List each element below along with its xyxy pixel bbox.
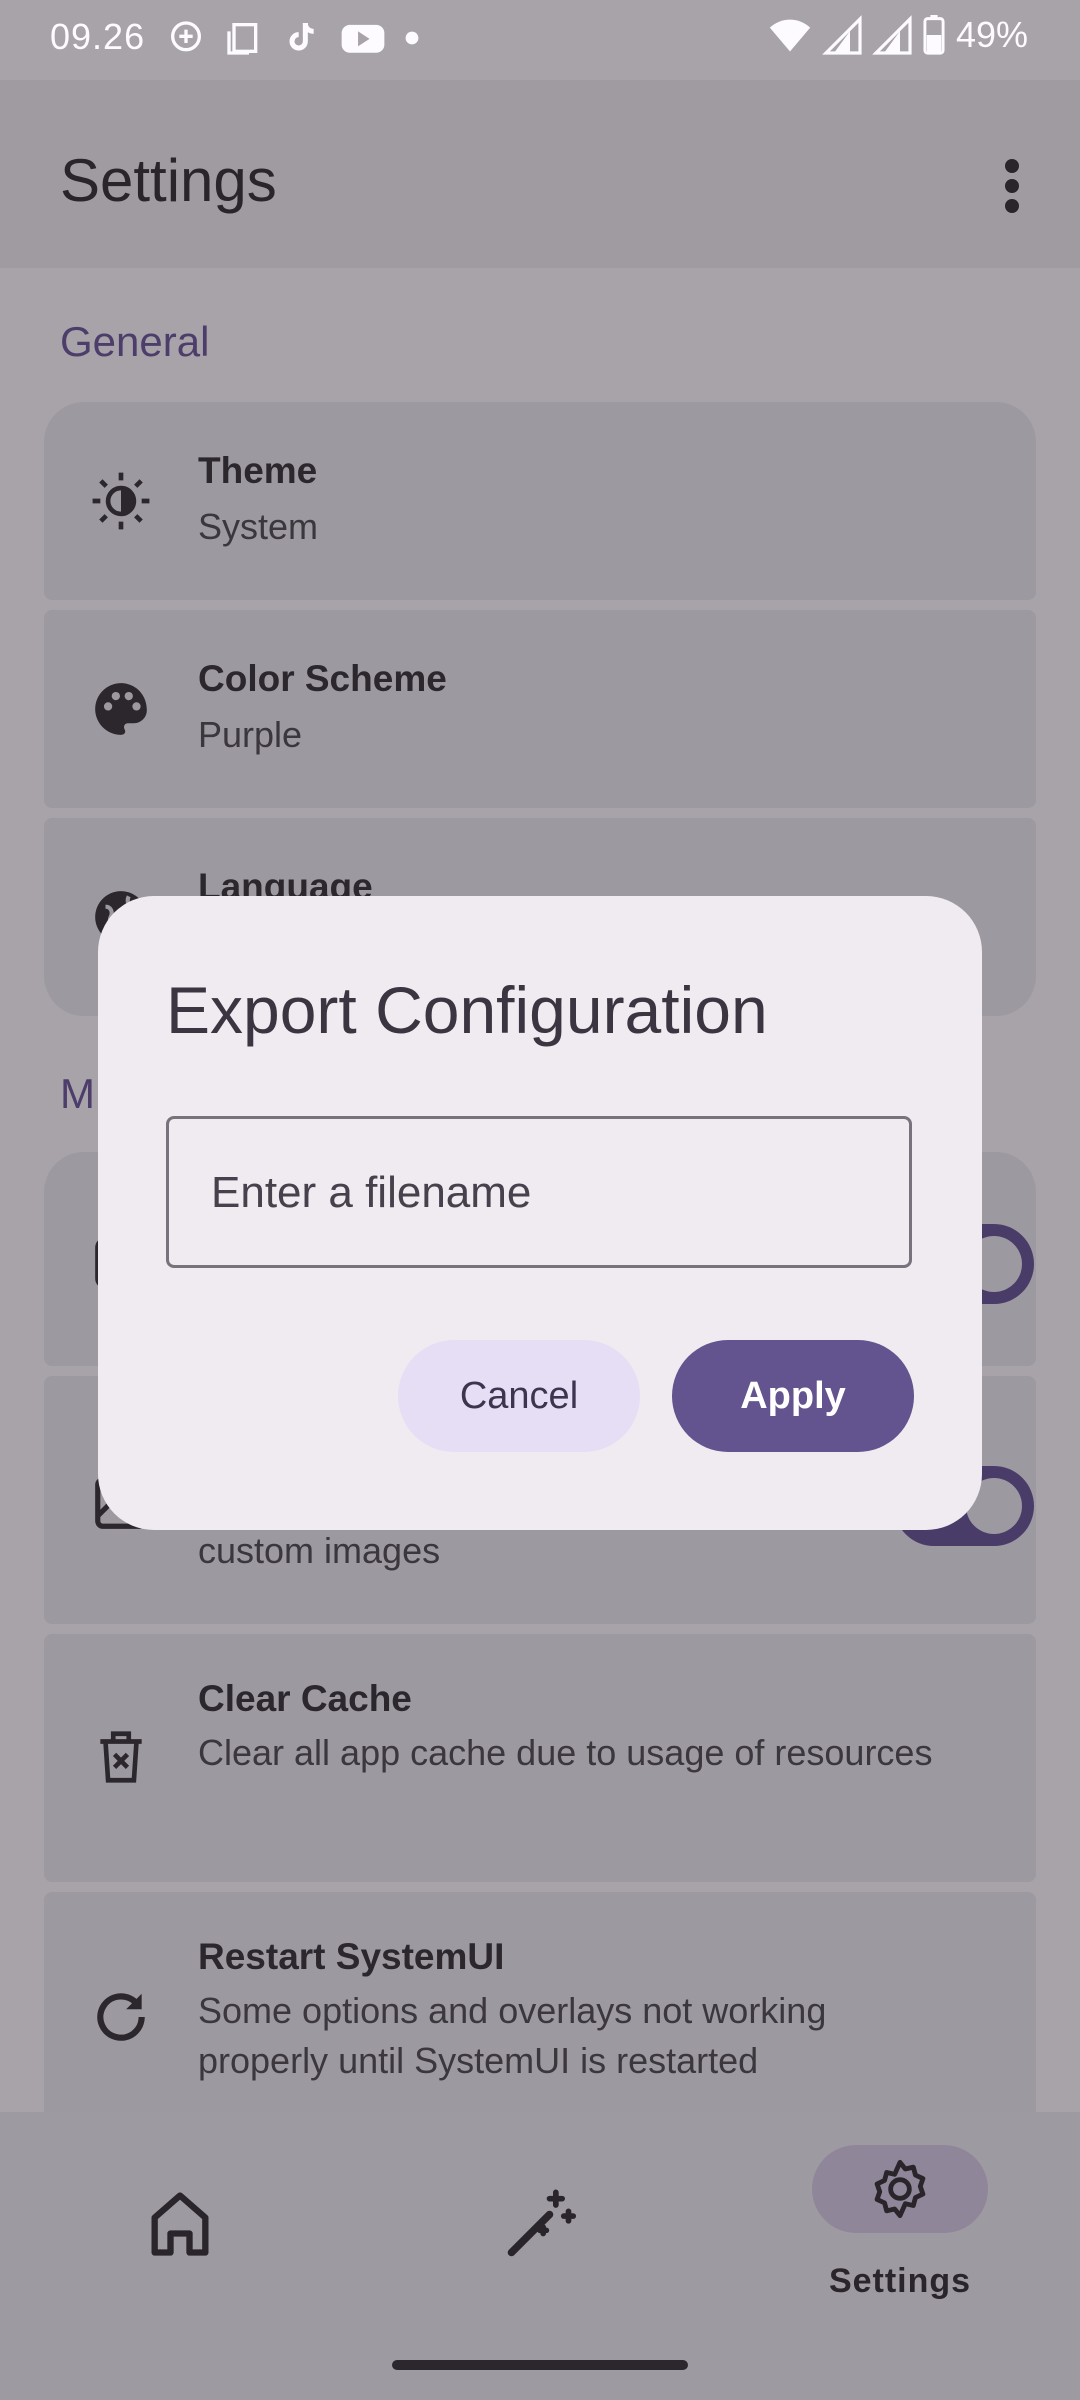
signal-icon: [822, 15, 862, 55]
signal-icon: [872, 15, 912, 55]
cancel-button[interactable]: Cancel: [398, 1340, 640, 1452]
setting-item-color-scheme[interactable]: Color Scheme Purple: [44, 610, 1036, 808]
setting-item-restart-systemui[interactable]: Restart SystemUI Some options and overla…: [44, 1892, 1036, 2132]
status-time: 09.26: [50, 16, 146, 57]
setting-title: Clear Cache: [198, 1678, 412, 1719]
setting-title: Theme: [198, 450, 318, 491]
status-bar: 09.26 49%: [0, 0, 1080, 80]
section-header-misc: M: [60, 1070, 95, 1117]
setting-item-theme[interactable]: Theme System: [44, 402, 1036, 600]
screenshot-icon: [227, 23, 258, 55]
magic-wand-icon: [507, 2189, 577, 2257]
filename-input[interactable]: [209, 1119, 873, 1267]
wifi-icon: [769, 19, 811, 52]
setting-item-clear-cache[interactable]: Clear Cache Clear all app cache due to u…: [44, 1634, 1036, 1882]
gesture-bar[interactable]: [392, 2360, 688, 2370]
system-icons: 49%: [768, 14, 1028, 56]
notification-icons: [166, 18, 420, 58]
nav-item-settings-indicator[interactable]: [812, 2145, 988, 2233]
export-config-dialog: Export Configuration Cancel Apply: [98, 896, 982, 1530]
setting-subtitle: Purple: [198, 714, 303, 755]
more-vert-icon[interactable]: [992, 156, 1032, 216]
apply-button[interactable]: Apply: [672, 1340, 914, 1452]
filename-field[interactable]: [166, 1116, 912, 1268]
setting-subtitle: custom images: [198, 1530, 441, 1571]
nav-label-settings[interactable]: Settings: [780, 2262, 1020, 2301]
trash-icon: [100, 1731, 142, 1783]
home-icon: [151, 2192, 209, 2256]
nav-item-tweaks[interactable]: [390, 2112, 690, 2332]
section-header-general: General: [60, 318, 210, 365]
battery-icon: [923, 15, 945, 55]
tiktok-icon: [289, 22, 314, 51]
page-title: Settings: [60, 147, 277, 214]
dot-icon: [405, 31, 419, 45]
palette-icon: [95, 683, 147, 735]
youtube-icon: [341, 24, 385, 53]
settings-icon: [874, 2159, 926, 2219]
brightness-icon: [92, 472, 150, 530]
setting-subtitle: Clear all app cache due to usage of reso…: [198, 1732, 933, 1773]
setting-subtitle: System: [198, 506, 319, 547]
battery-percent: 49%: [955, 14, 1028, 55]
restart-icon: [97, 1993, 145, 2041]
setting-subtitle: Some options and overlays not working pr…: [198, 1990, 827, 2081]
nav-item-home[interactable]: [30, 2112, 330, 2332]
dialog-title: Export Configuration: [166, 973, 768, 1047]
setting-title: Restart SystemUI: [198, 1936, 505, 1977]
chat-plus-icon: [171, 21, 201, 52]
setting-title: Color Scheme: [198, 658, 447, 699]
bottom-navigation: Settings: [0, 2112, 1080, 2400]
top-app-bar: Settings: [0, 80, 1080, 268]
